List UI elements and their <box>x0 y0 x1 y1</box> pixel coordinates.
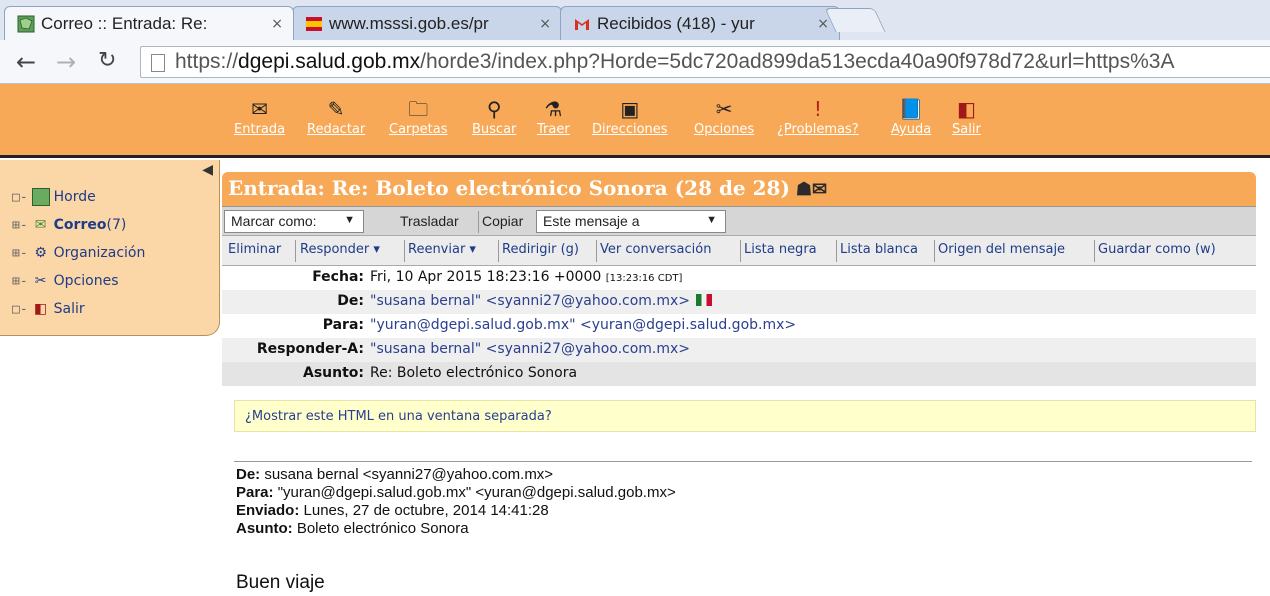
to-address[interactable]: "yuran@dgepi.salud.gob.mx" <yuran@dgepi.… <box>370 317 796 333</box>
tools-icon: ✂ <box>34 273 47 289</box>
divider <box>234 461 1252 462</box>
dropdown-arrow-icon: ▼ <box>344 214 355 226</box>
new-tab-button[interactable] <box>824 8 886 32</box>
organizer-icon: ⚙ <box>34 245 47 261</box>
message-title: Entrada: Re: Boleto electrónico Sonora (… <box>228 176 828 200</box>
forward-link[interactable]: Reenviar ▾ <box>408 242 476 257</box>
header-date-row: Fecha: Fri, 10 Apr 2015 18:23:16 +0000 [… <box>312 269 683 285</box>
tab-msssi[interactable]: www.msssi.gob.es/pr × <box>292 6 562 40</box>
page-icon <box>151 54 165 72</box>
tab-gmail[interactable]: Recibidos (418) - yur × <box>560 6 840 40</box>
logout-door-icon: ◧ <box>956 97 976 121</box>
collapse-sidebar-icon[interactable]: ◀ <box>202 162 213 178</box>
menu-opciones[interactable]: ✂ Opciones <box>694 96 754 137</box>
horde-main-menu: ✉ Entrada ✎ Redactar 🗀 Carpetas ⚲ Buscar… <box>0 84 1270 158</box>
address-book-icon: ▣ <box>620 97 640 121</box>
tab-title: www.msssi.gob.es/pr <box>329 13 489 33</box>
menu-redactar[interactable]: ✎ Redactar <box>307 96 365 137</box>
whitelist-link[interactable]: Lista blanca <box>840 242 918 257</box>
sidebar-item-horde[interactable]: □- Horde <box>12 188 96 206</box>
mark-as-select[interactable]: Marcar como: ▼ <box>224 210 364 233</box>
move-button[interactable]: Trasladar <box>400 213 459 229</box>
inbox-envelope-icon: ✉ <box>251 97 268 121</box>
sidebar-item-opciones[interactable]: ⊞- ✂ Opciones <box>12 272 119 290</box>
quoted-sent: Enviado: Lunes, 27 de octubre, 2014 14:4… <box>236 502 549 519</box>
menu-carpetas[interactable]: 🗀 Carpetas <box>389 96 447 137</box>
menu-traer[interactable]: ⚗ Traer <box>537 96 570 137</box>
menu-problemas[interactable]: ! ¿Problemas? <box>777 96 859 137</box>
copy-button[interactable]: Copiar <box>482 213 523 229</box>
header-subject-row: Asunto: Re: Boleto electrónico Sonora <box>222 362 1256 386</box>
delete-link[interactable]: Eliminar <box>228 242 281 257</box>
close-icon[interactable]: × <box>539 16 551 32</box>
tab-title: Correo :: Entrada: Re: <box>41 13 208 33</box>
menu-salir[interactable]: ◧ Salir <box>952 96 981 137</box>
sidebar: ◀ □- Horde ⊞- ✉ Correo (7) ⊞- ⚙ Organiza… <box>0 160 220 336</box>
divider <box>478 211 479 233</box>
dropdown-arrow-icon: ▼ <box>706 214 717 226</box>
address-bar[interactable]: https://dgepi.salud.gob.mx/horde3/index.… <box>140 46 1270 78</box>
gmail-icon <box>573 15 591 33</box>
reload-icon[interactable]: ↻ <box>98 48 116 73</box>
browser-tab-strip: Correo :: Entrada: Re: × www.msssi.gob.e… <box>0 0 1270 40</box>
horde-map-icon <box>17 15 35 33</box>
forward-arrow-icon[interactable]: → <box>56 48 76 76</box>
sidebar-item-correo[interactable]: ⊞- ✉ Correo (7) <box>12 216 126 234</box>
tab-title: Recibidos (418) - yur <box>597 13 755 33</box>
menu-entrada[interactable]: ✉ Entrada <box>234 96 285 137</box>
tools-icon: ✂ <box>715 97 733 121</box>
folder-icon: 🗀 <box>408 97 429 121</box>
blacklist-link[interactable]: Lista negra <box>744 242 817 257</box>
logout-door-icon: ◧ <box>34 301 48 317</box>
menu-buscar[interactable]: ⚲ Buscar <box>472 96 516 137</box>
search-magnifier-icon: ⚲ <box>486 97 502 121</box>
menu-direcciones[interactable]: ▣ Direcciones <box>592 96 668 137</box>
quoted-header: De: susana bernal <syanni27@yahoo.com.mx… <box>236 466 676 538</box>
header-reply-to-row: Responder-A: "susana bernal" <syanni27@y… <box>222 338 1256 362</box>
close-icon[interactable]: × <box>271 16 283 32</box>
menu-ayuda[interactable]: 📘 Ayuda <box>891 96 931 137</box>
message-title-bar: Entrada: Re: Boleto electrónico Sonora (… <box>222 172 1256 206</box>
close-icon[interactable]: × <box>817 16 829 32</box>
redirect-link[interactable]: Redirigir (g) <box>502 242 579 257</box>
message-actions: Eliminar Responder ▾ Reenviar ▾ Redirigi… <box>222 236 1256 266</box>
back-arrow-icon[interactable]: ← <box>16 48 36 76</box>
target-select[interactable]: Este mensaje a ▼ <box>536 210 726 233</box>
fetch-mail-icon: ⚗ <box>544 97 563 121</box>
tab-correo[interactable]: Correo :: Entrada: Re: × <box>4 6 294 40</box>
html-notice: ¿Mostrar este HTML en una ventana separa… <box>234 400 1256 432</box>
browser-toolbar: ← → ↻ https://dgepi.salud.gob.mx/horde3/… <box>0 40 1270 84</box>
quoted-to: Para: "yuran@dgepi.salud.gob.mx" <yuran@… <box>236 484 676 501</box>
view-thread-link[interactable]: Ver conversación <box>600 242 711 257</box>
reply-link[interactable]: Responder ▾ <box>300 242 380 257</box>
sidebar-item-organizacion[interactable]: ⊞- ⚙ Organización <box>12 244 145 262</box>
sidebar-item-salir[interactable]: □- ◧ Salir <box>12 300 85 318</box>
url-text: https://dgepi.salud.gob.mx/horde3/index.… <box>175 50 1175 73</box>
reply-to-address[interactable]: "susana bernal" <syanni27@yahoo.com.mx> <box>370 341 690 357</box>
quoted-subject: Asunto: Boleto electrónico Sonora <box>236 520 469 537</box>
message-source-link[interactable]: Origen del mensaje <box>938 242 1065 257</box>
mail-icon: ✉ <box>34 217 47 233</box>
horde-map-icon <box>31 188 50 206</box>
message-actions-top: Marcar como: ▼ Trasladar Copiar Este men… <box>222 206 1256 236</box>
quoted-from: De: susana bernal <syanni27@yahoo.com.mx… <box>236 466 554 483</box>
header-to-row: Para: "yuran@dgepi.salud.gob.mx" <yuran@… <box>322 317 797 333</box>
message-body: Buen viaje <box>236 572 325 593</box>
mexico-flag-icon <box>696 294 713 306</box>
spain-gov-icon <box>305 15 323 33</box>
compose-pencil-icon: ✎ <box>327 97 345 121</box>
help-book-icon: 📘 <box>898 97 924 121</box>
header-from-row: De: "susana bernal" <syanni27@yahoo.com.… <box>222 290 1256 314</box>
save-as-link[interactable]: Guardar como (w) <box>1098 242 1216 257</box>
contact-envelope-icon: ☗✉ <box>795 179 828 200</box>
from-address[interactable]: "susana bernal" <syanni27@yahoo.com.mx> <box>370 293 690 309</box>
show-html-link[interactable]: ¿Mostrar este HTML en una ventana separa… <box>245 409 552 424</box>
exclamation-icon: ! <box>813 97 822 121</box>
